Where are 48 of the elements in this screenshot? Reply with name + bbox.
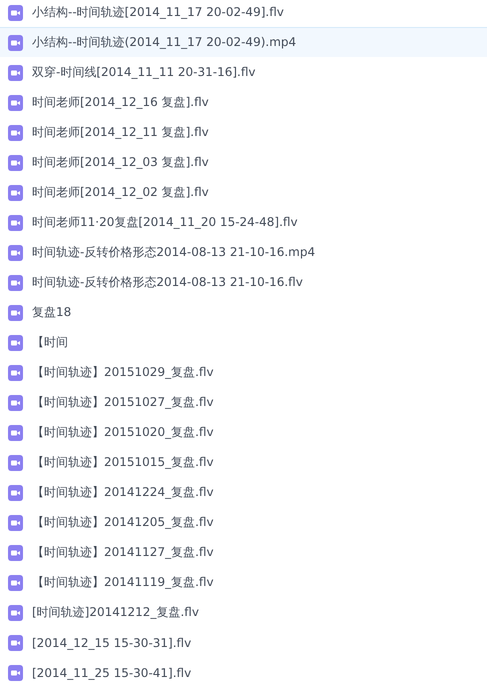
file-name: 时间轨迹-反转价格形态2014-08-13 21-10-16.mp4	[32, 244, 316, 261]
video-file-icon	[8, 304, 23, 320]
video-file-icon	[8, 664, 23, 680]
file-name: 【时间轨迹】20141127_复盘.flv	[32, 544, 214, 561]
file-name: 【时间轨迹】20141119_复盘.flv	[32, 574, 214, 591]
video-file-icon	[8, 94, 23, 110]
file-name: 【时间轨迹】20151020_复盘.flv	[32, 424, 214, 441]
video-file-icon	[8, 34, 23, 50]
video-file-icon	[8, 574, 23, 590]
file-name: 【时间轨迹】20151015_复盘.flv	[32, 454, 214, 471]
file-row[interactable]: [2014_11_25 15-30-41].flv	[0, 657, 487, 682]
video-file-icon	[8, 634, 23, 650]
video-file-icon	[8, 514, 23, 530]
video-file-icon	[8, 4, 23, 20]
file-name: 小结构--时间轨迹(2014_11_17 20-02-49).mp4	[32, 34, 296, 51]
video-file-icon	[8, 424, 23, 440]
video-file-icon	[8, 184, 23, 200]
video-file-icon	[8, 64, 23, 80]
file-name: 小结构--时间轨迹[2014_11_17 20-02-49].flv	[32, 4, 284, 21]
file-name: 复盘18	[32, 304, 72, 321]
file-name: 【时间轨迹】20141224_复盘.flv	[32, 484, 214, 501]
video-file-icon	[8, 274, 23, 290]
file-name: [时间轨迹]20141212_复盘.flv	[32, 604, 199, 621]
video-file-icon	[8, 544, 23, 560]
video-file-icon	[8, 124, 23, 140]
file-name: 【时间轨迹】20151027_复盘.flv	[32, 394, 214, 411]
video-file-icon	[8, 364, 23, 380]
file-name: 双穿-时间线[2014_11_11 20-31-16].flv	[32, 64, 256, 81]
video-file-icon	[8, 604, 23, 620]
file-name: [2014_11_25 15-30-41].flv	[32, 666, 192, 680]
file-name: 时间老师11·20复盘[2014_11_20 15-24-48].flv	[32, 214, 298, 231]
video-file-icon	[8, 214, 23, 230]
video-file-icon	[8, 334, 23, 350]
file-name: 【时间轨迹】20141205_复盘.flv	[32, 514, 214, 531]
file-name: 时间老师[2014_12_16 复盘].flv	[32, 94, 209, 111]
video-file-icon	[8, 484, 23, 500]
file-name: [2014_12_15 15-30-31].flv	[32, 636, 192, 650]
file-name: 时间轨迹-反转价格形态2014-08-13 21-10-16.flv	[32, 274, 303, 291]
file-row[interactable]: 小结构--时间轨迹(2014_11_17 20-02-49).mp4	[0, 27, 487, 58]
file-name: 【时间	[32, 334, 68, 351]
video-file-icon	[8, 394, 23, 410]
video-file-icon	[8, 244, 23, 260]
file-name: 时间老师[2014_12_02 复盘].flv	[32, 184, 209, 201]
video-file-icon	[8, 454, 23, 470]
file-name: 时间老师[2014_12_11 复盘].flv	[32, 124, 209, 141]
file-name: 【时间轨迹】20151029_复盘.flv	[32, 364, 214, 381]
file-name: 时间老师[2014_12_03 复盘].flv	[32, 154, 209, 171]
video-file-icon	[8, 154, 23, 170]
